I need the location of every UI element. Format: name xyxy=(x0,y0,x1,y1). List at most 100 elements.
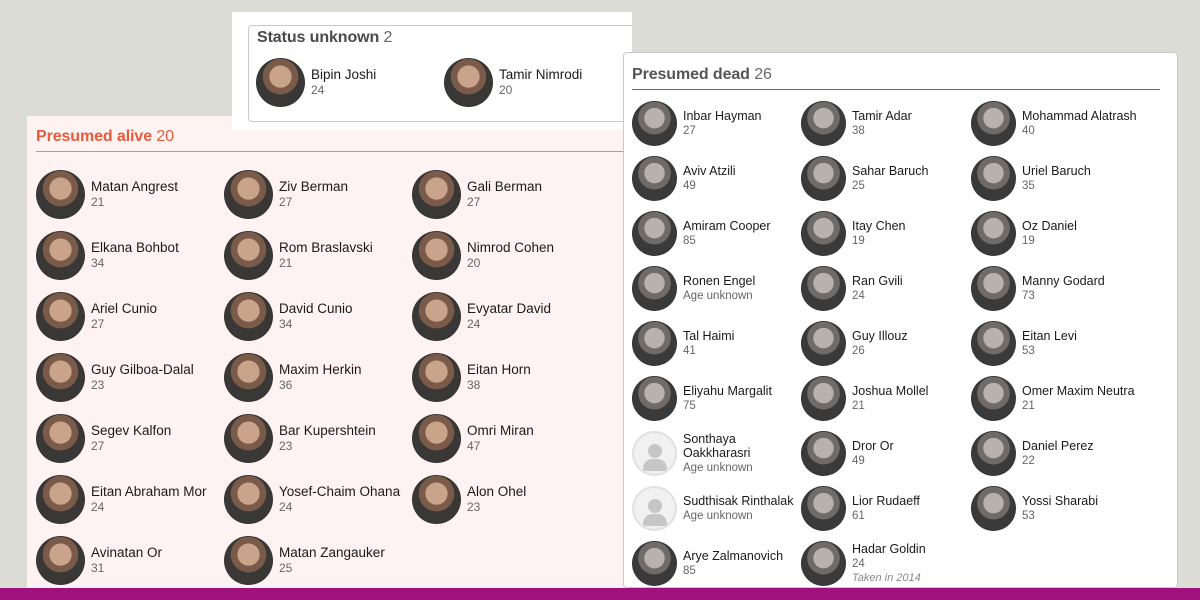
person-card[interactable]: Matan Angrest 21 xyxy=(36,164,224,225)
person-info: Segev Kalfon 27 xyxy=(91,423,171,453)
person-card[interactable]: Eliyahu Margalit 75 xyxy=(632,371,801,426)
person-info: Guy Gilboa-Dalal 23 xyxy=(91,362,194,392)
person-card[interactable]: Amiram Cooper 85 xyxy=(632,206,801,261)
person-card[interactable]: Tamir Adar 38 xyxy=(801,96,971,151)
avatar xyxy=(801,321,846,366)
avatar xyxy=(971,101,1016,146)
person-name: Segev Kalfon xyxy=(91,423,172,439)
person-card[interactable]: Sonthaya Oakkharasri Age unknown xyxy=(632,426,801,481)
person-card[interactable]: Ronen Engel Age unknown xyxy=(632,261,801,316)
person-card[interactable]: Dror Or 49 xyxy=(801,426,971,481)
person-card[interactable]: Alon Ohel 23 xyxy=(412,469,600,530)
person-card[interactable]: Matan Zangauker 25 xyxy=(224,530,412,591)
person-age: 27 xyxy=(91,438,105,453)
avatar xyxy=(224,170,273,219)
person-card[interactable]: Maxim Herkin 36 xyxy=(224,347,412,408)
avatar xyxy=(971,211,1016,256)
avatar xyxy=(632,321,677,366)
person-card[interactable]: Itay Chen 19 xyxy=(801,206,971,261)
person-card[interactable]: Gali Berman 27 xyxy=(412,164,600,225)
person-info: Tal Haimi 41 xyxy=(683,329,734,358)
avatar xyxy=(224,231,273,280)
person-info: Oz Daniel 19 xyxy=(1022,219,1077,248)
avatar xyxy=(971,431,1016,476)
person-card[interactable]: Hadar Goldin 24 Taken in 2014 xyxy=(801,536,971,591)
person-name: Tamir Adar xyxy=(852,109,912,124)
avatar xyxy=(444,58,493,107)
person-card[interactable]: Bar Kupershtein 23 xyxy=(224,408,412,469)
person-card[interactable]: Ziv Berman 27 xyxy=(224,164,412,225)
person-name: Daniel Perez xyxy=(1022,439,1094,454)
person-age: 22 xyxy=(1022,454,1035,467)
person-info: Mohammad Alatrash 40 xyxy=(1022,109,1137,138)
person-card[interactable]: Guy Gilboa-Dalal 23 xyxy=(36,347,224,408)
person-card[interactable]: Omri Miran 47 xyxy=(412,408,600,469)
person-card[interactable]: Rom Braslavski 21 xyxy=(224,225,412,286)
person-name: Amiram Cooper xyxy=(683,219,771,234)
person-card[interactable]: Omer Maxim Neutra 21 xyxy=(971,371,1161,426)
avatar xyxy=(412,475,461,524)
person-age: 21 xyxy=(852,399,865,412)
person-card[interactable]: Bipin Joshi 24 xyxy=(256,58,444,107)
person-name: Dror Or xyxy=(852,439,894,454)
person-card[interactable]: Eitan Abraham Mor 24 xyxy=(36,469,224,530)
person-age: Age unknown xyxy=(683,509,753,522)
person-card[interactable]: Daniel Perez 22 xyxy=(971,426,1161,481)
person-card[interactable]: Evyatar David 24 xyxy=(412,286,600,347)
person-card[interactable]: Ran Gvili 24 xyxy=(801,261,971,316)
person-card[interactable]: Eitan Horn 38 xyxy=(412,347,600,408)
person-info: Tamir Adar 38 xyxy=(852,109,912,138)
person-name: Alon Ohel xyxy=(467,484,527,500)
person-card[interactable]: Eitan Levi 53 xyxy=(971,316,1161,371)
presumed-dead-list: Inbar Hayman 27 Tamir Adar 38 Mohammad Alatr… xyxy=(632,96,1177,591)
person-info: David Cunio 34 xyxy=(279,301,353,331)
person-info: Uriel Baruch 35 xyxy=(1022,164,1091,193)
person-card[interactable]: Arye Zalmanovich 85 xyxy=(632,536,801,591)
person-info: Amiram Cooper 85 xyxy=(683,219,771,248)
person-info: Eliyahu Margalit 75 xyxy=(683,384,772,413)
person-age: 38 xyxy=(467,377,481,392)
person-card[interactable]: Joshua Mollel 21 xyxy=(801,371,971,426)
person-card[interactable]: Tal Haimi 41 xyxy=(632,316,801,371)
avatar xyxy=(256,58,305,107)
person-card[interactable]: Guy Illouz 26 xyxy=(801,316,971,371)
person-name: Matan Zangauker xyxy=(279,545,385,561)
person-card[interactable]: Tamir Nimrodi 20 xyxy=(444,58,632,107)
status-unknown-panel: Status unknown 2 Bipin Joshi 24 Tamir Nimr… xyxy=(232,12,632,130)
person-info: Sudthisak Rinthalak Age unknown xyxy=(683,494,793,523)
person-card[interactable]: Nimrod Cohen 20 xyxy=(412,225,600,286)
person-card[interactable]: Inbar Hayman 27 xyxy=(632,96,801,151)
person-card[interactable]: Avinatan Or 31 xyxy=(36,530,224,591)
person-age: 23 xyxy=(91,377,105,392)
person-info: Avinatan Or 31 xyxy=(91,545,162,575)
person-card[interactable]: Yossi Sharabi 53 xyxy=(971,481,1161,536)
person-name: Mohammad Alatrash xyxy=(1022,109,1137,124)
person-age: 20 xyxy=(467,255,481,270)
person-card[interactable]: Yosef-Chaim Ohana 24 xyxy=(224,469,412,530)
person-card[interactable]: David Cunio 34 xyxy=(224,286,412,347)
avatar xyxy=(224,414,273,463)
person-name: Eitan Horn xyxy=(467,362,531,378)
person-card[interactable]: Uriel Baruch 35 xyxy=(971,151,1161,206)
avatar xyxy=(224,292,273,341)
presumed-dead-heading: Presumed dead 26 xyxy=(632,66,1160,90)
person-card[interactable]: Lior Rudaeff 61 xyxy=(801,481,971,536)
person-info: Omer Maxim Neutra 21 xyxy=(1022,384,1135,413)
person-card[interactable]: Segev Kalfon 27 xyxy=(36,408,224,469)
person-age: 24 xyxy=(311,82,325,97)
person-info: Yossi Sharabi 53 xyxy=(1022,494,1098,523)
person-card[interactable]: Aviv Atzili 49 xyxy=(632,151,801,206)
person-card[interactable]: Oz Daniel 19 xyxy=(971,206,1161,261)
person-name: Nimrod Cohen xyxy=(467,240,555,256)
person-card[interactable]: Sudthisak Rinthalak Age unknown xyxy=(632,481,801,536)
person-card[interactable]: Elkana Bohbot 34 xyxy=(36,225,224,286)
person-info: Daniel Perez 22 xyxy=(1022,439,1094,468)
person-age: Age unknown xyxy=(683,461,753,474)
person-card[interactable]: Mohammad Alatrash 40 xyxy=(971,96,1161,151)
person-card[interactable]: Sahar Baruch 25 xyxy=(801,151,971,206)
person-card[interactable]: Manny Godard 73 xyxy=(971,261,1161,316)
person-name: Tal Haimi xyxy=(683,329,735,344)
person-info: Nimrod Cohen 20 xyxy=(467,240,554,270)
person-placeholder-icon xyxy=(632,431,677,476)
person-card[interactable]: Ariel Cunio 27 xyxy=(36,286,224,347)
